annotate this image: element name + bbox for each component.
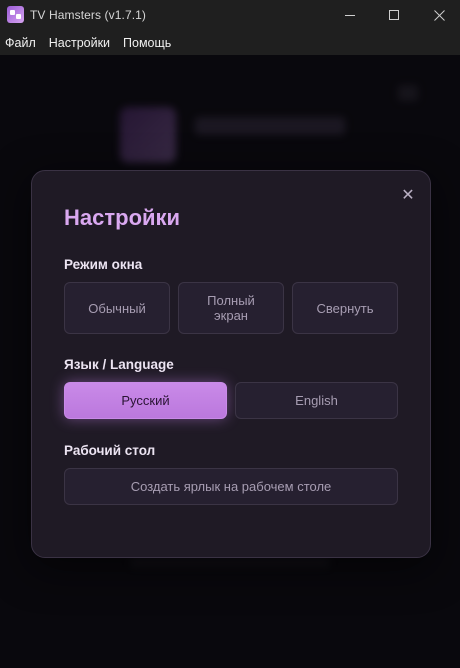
window-title: TV Hamsters (v1.7.1) xyxy=(30,8,147,22)
window-mode-fullscreen-button[interactable]: Полный экран xyxy=(178,282,284,334)
create-shortcut-button[interactable]: Создать ярлык на рабочем столе xyxy=(64,468,398,505)
minimize-icon xyxy=(345,14,355,16)
window-mode-minimize-button[interactable]: Свернуть xyxy=(292,282,398,334)
window-mode-label: Режим окна xyxy=(64,257,143,272)
window-mode-normal-button[interactable]: Обычный xyxy=(64,282,170,334)
maximize-button[interactable] xyxy=(371,0,417,30)
language-russian-button[interactable]: Русский xyxy=(64,382,227,419)
menu-help[interactable]: Помощь xyxy=(123,36,171,50)
app-logo-icon xyxy=(7,6,24,23)
close-icon xyxy=(433,9,445,21)
modal-title: Настройки xyxy=(64,205,181,230)
close-modal-button[interactable]: ✕ xyxy=(399,185,417,205)
window-titlebar[interactable]: TV Hamsters (v1.7.1) xyxy=(0,0,460,30)
close-window-button[interactable] xyxy=(416,0,460,30)
menu-bar: Файл Настройки Помощь xyxy=(0,30,460,55)
language-english-button[interactable]: English xyxy=(235,382,398,419)
maximize-icon xyxy=(389,10,399,20)
settings-modal: ✕ Настройки Режим окна Обычный Полный эк… xyxy=(31,170,431,558)
menu-file[interactable]: Файл xyxy=(5,36,36,50)
minimize-button[interactable] xyxy=(327,0,373,30)
language-label: Язык / Language xyxy=(64,357,174,372)
close-icon: ✕ xyxy=(401,187,415,204)
desktop-label: Рабочий стол xyxy=(64,443,156,458)
menu-settings[interactable]: Настройки xyxy=(49,36,110,50)
